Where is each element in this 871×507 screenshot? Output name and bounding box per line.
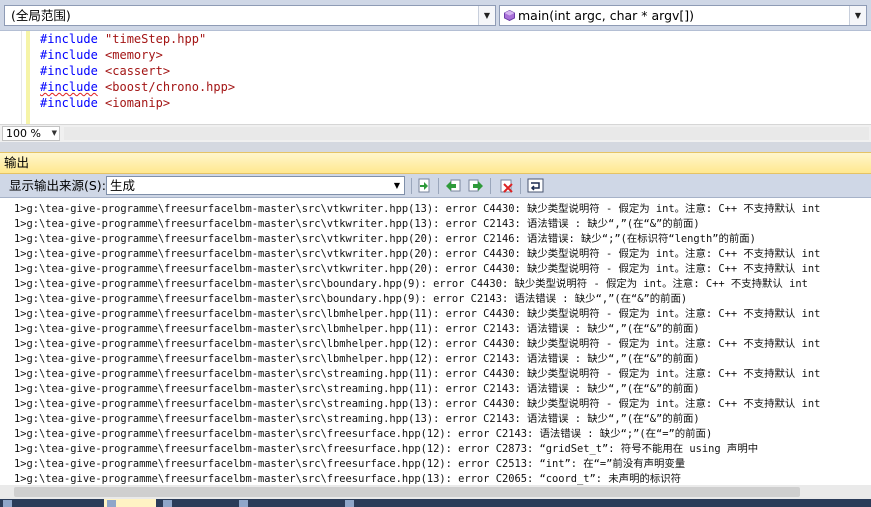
output-line[interactable]: 1>g:\tea-give-programme\freesurfacelbm-m… (14, 217, 820, 232)
tab-icon (345, 500, 354, 507)
include-keyword-error: #include (40, 80, 98, 94)
output-horizontal-scrollbar[interactable] (0, 485, 871, 499)
code-line[interactable]: #include <boost/chrono.hpp> (40, 79, 235, 95)
chevron-down-icon[interactable]: ▼ (849, 6, 866, 25)
bottom-tab[interactable] (236, 499, 336, 507)
output-toolbar: 显示输出来源(S): 生成 ▼ (0, 174, 871, 198)
output-line[interactable]: 1>g:\tea-give-programme\freesurfacelbm-m… (14, 382, 820, 397)
next-message-icon[interactable] (467, 178, 484, 194)
output-text-area[interactable]: 1>g:\tea-give-programme\freesurfacelbm-m… (0, 198, 871, 485)
include-keyword: #include (40, 48, 98, 62)
tab-icon (3, 500, 12, 507)
toolbar-separator (411, 178, 412, 194)
include-path: <memory> (105, 48, 163, 62)
bottom-tab-strip (0, 499, 871, 507)
previous-message-icon[interactable] (445, 178, 462, 194)
chevron-down-icon[interactable]: ▼ (52, 127, 57, 140)
output-title: 输出 (4, 155, 30, 170)
toolbar-separator (520, 178, 521, 194)
output-line[interactable]: 1>g:\tea-give-programme\freesurfacelbm-m… (14, 202, 820, 217)
output-line[interactable]: 1>g:\tea-give-programme\freesurfacelbm-m… (14, 367, 820, 382)
bottom-tab[interactable] (0, 499, 100, 507)
source-label: 显示输出来源(S): (9, 178, 106, 193)
scope-value: (全局范围) (11, 8, 71, 23)
zoom-dropdown[interactable]: 100 % ▼ (2, 126, 60, 141)
function-dropdown[interactable]: main(int argc, char * argv[]) ▼ (499, 5, 867, 26)
code-line[interactable]: #include <memory> (40, 47, 235, 63)
output-lines: 1>g:\tea-give-programme\freesurfacelbm-m… (14, 202, 820, 485)
editor-status-bar: 100 % ▼ (0, 124, 871, 142)
code-area[interactable]: #include "timeStep.hpp" #include <memory… (40, 31, 235, 111)
clear-all-icon[interactable] (498, 178, 515, 194)
include-keyword: #include (40, 32, 98, 46)
scope-dropdown[interactable]: (全局范围) ▼ (4, 5, 496, 26)
toolbar-separator (490, 178, 491, 194)
include-path: <iomanip> (105, 96, 171, 110)
output-line[interactable]: 1>g:\tea-give-programme\freesurfacelbm-m… (14, 397, 820, 412)
include-keyword: #include (40, 96, 98, 110)
output-line[interactable]: 1>g:\tea-give-programme\freesurfacelbm-m… (14, 322, 820, 337)
navigation-bar: (全局范围) ▼ main(int argc, char * argv[]) ▼ (0, 0, 871, 31)
bottom-tab[interactable] (160, 499, 230, 507)
chevron-down-icon[interactable]: ▼ (478, 6, 495, 25)
output-line[interactable]: 1>g:\tea-give-programme\freesurfacelbm-m… (14, 442, 820, 457)
include-path: <boost/chrono.hpp> (105, 80, 236, 94)
word-wrap-icon[interactable] (527, 178, 544, 194)
output-line[interactable]: 1>g:\tea-give-programme\freesurfacelbm-m… (14, 292, 820, 307)
tab-icon (163, 500, 172, 507)
output-line[interactable]: 1>g:\tea-give-programme\freesurfacelbm-m… (14, 412, 820, 427)
include-path: "timeStep.hpp" (105, 32, 207, 46)
output-title-bar: 输出 (0, 152, 871, 174)
output-line[interactable]: 1>g:\tea-give-programme\freesurfacelbm-m… (14, 262, 820, 277)
toolbar-separator (438, 178, 439, 194)
include-path: <cassert> (105, 64, 171, 78)
output-line[interactable]: 1>g:\tea-give-programme\freesurfacelbm-m… (14, 352, 820, 367)
output-line[interactable]: 1>g:\tea-give-programme\freesurfacelbm-m… (14, 457, 820, 472)
go-to-line-icon[interactable] (416, 178, 433, 194)
change-marker (26, 31, 30, 124)
code-line[interactable]: #include <iomanip> (40, 95, 235, 111)
zoom-value: 100 % (6, 127, 41, 140)
function-value: main(int argc, char * argv[]) (518, 8, 695, 23)
editor-gutter (0, 31, 22, 124)
scrollbar-thumb[interactable] (14, 487, 800, 497)
output-line[interactable]: 1>g:\tea-give-programme\freesurfacelbm-m… (14, 247, 820, 262)
pane-splitter[interactable] (0, 142, 871, 152)
editor-horizontal-scrollbar[interactable] (64, 127, 869, 140)
bottom-tab[interactable] (342, 499, 422, 507)
tab-icon (107, 500, 116, 507)
output-line[interactable]: 1>g:\tea-give-programme\freesurfacelbm-m… (14, 232, 820, 247)
code-line[interactable]: #include "timeStep.hpp" (40, 31, 235, 47)
chevron-down-icon[interactable]: ▼ (390, 177, 404, 194)
output-line[interactable]: 1>g:\tea-give-programme\freesurfacelbm-m… (14, 472, 820, 485)
source-value: 生成 (110, 178, 136, 193)
output-line[interactable]: 1>g:\tea-give-programme\freesurfacelbm-m… (14, 427, 820, 442)
output-line[interactable]: 1>g:\tea-give-programme\freesurfacelbm-m… (14, 277, 820, 292)
method-icon (504, 10, 515, 21)
output-line[interactable]: 1>g:\tea-give-programme\freesurfacelbm-m… (14, 307, 820, 322)
output-line[interactable]: 1>g:\tea-give-programme\freesurfacelbm-m… (14, 337, 820, 352)
include-keyword: #include (40, 64, 98, 78)
source-dropdown[interactable]: 生成 ▼ (106, 176, 405, 195)
tab-icon (239, 500, 248, 507)
code-editor[interactable]: #include "timeStep.hpp" #include <memory… (0, 31, 871, 124)
code-line[interactable]: #include <cassert> (40, 63, 235, 79)
bottom-tab-output[interactable] (104, 499, 156, 507)
